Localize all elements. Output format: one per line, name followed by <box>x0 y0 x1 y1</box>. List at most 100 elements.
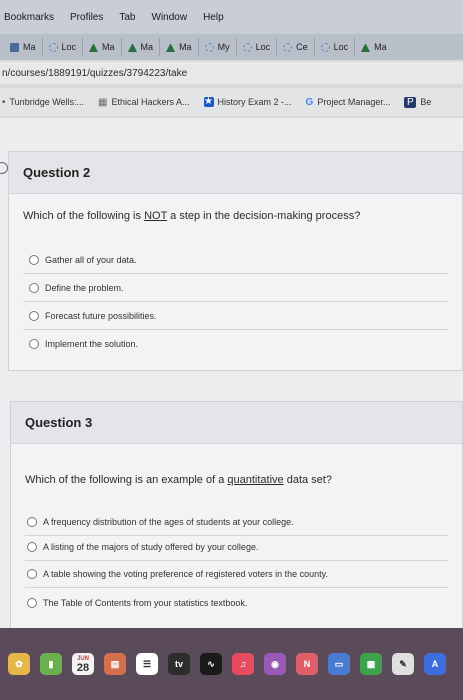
menu-help[interactable]: Help <box>203 12 224 23</box>
question-text-part: a step in the decision-making process? <box>167 210 361 222</box>
menu-bookmarks[interactable]: Bookmarks <box>4 12 54 23</box>
option-label: Define the problem. <box>45 283 124 293</box>
tab-ma-2[interactable]: Ma <box>89 38 122 56</box>
question-2-card: Question 2 Which of the following is NOT… <box>8 151 463 371</box>
tab-ce[interactable]: Ce <box>283 38 315 56</box>
calendar-icon[interactable]: JUN 28 <box>72 653 94 675</box>
p-icon: P <box>404 96 417 108</box>
tab-ma-3[interactable]: Ma <box>127 38 161 56</box>
tab-label: Loc <box>61 42 77 52</box>
divider <box>23 329 448 330</box>
bookmark-be[interactable]: P Be <box>404 96 432 108</box>
url-text: n/courses/1889191/quizzes/3794223/take <box>2 67 188 79</box>
divider <box>25 560 448 561</box>
question-3-title: Question 3 <box>11 402 462 444</box>
loading-icon <box>283 42 293 52</box>
option-label: A table showing the voting preference of… <box>43 569 329 579</box>
tab-label: Ce <box>296 42 308 52</box>
question-text-part: Which of the following is an example of … <box>25 474 228 486</box>
tab-label: Loc <box>333 42 349 52</box>
radio-button[interactable] <box>27 517 37 527</box>
divider <box>23 273 448 274</box>
tab-my[interactable]: My <box>204 38 237 56</box>
question-2-option-1[interactable]: Gather all of your data. <box>29 255 429 265</box>
radio-button[interactable] <box>29 255 39 265</box>
question-text-underlined: NOT <box>144 210 168 222</box>
radio-button[interactable] <box>29 339 39 349</box>
tab-ma-1[interactable]: Ma <box>10 38 43 56</box>
bullet-icon: • <box>2 96 6 108</box>
facetime-icon[interactable]: ▮ <box>40 653 62 675</box>
question-3-option-1[interactable]: A frequency distribution of the ages of … <box>27 517 427 527</box>
bookmark-label: Project Manager... <box>317 97 391 107</box>
question-2-title: Question 2 <box>9 152 462 194</box>
news-icon[interactable]: N <box>296 653 318 675</box>
question-text-part: Which of the following is <box>23 210 145 222</box>
keynote-icon[interactable]: ▭ <box>328 653 350 675</box>
option-label: Gather all of your data. <box>45 255 137 265</box>
menu-window[interactable]: Window <box>152 12 188 23</box>
loading-icon <box>48 42 58 52</box>
question-2-option-3[interactable]: Forecast future possibilities. <box>29 311 429 321</box>
bookmarks-bar: • Tunbridge Wells:... ▦ Ethical Hackers A.… <box>0 88 463 116</box>
question-2-option-4[interactable]: Implement the solution. <box>29 339 429 349</box>
calendar-day: 28 <box>76 662 90 674</box>
tab-ma-4[interactable]: Ma <box>166 38 199 56</box>
option-label: A frequency distribution of the ages of … <box>43 517 294 527</box>
bookmark-label: Be <box>420 97 432 107</box>
question-2-option-2[interactable]: Define the problem. <box>29 283 429 293</box>
tab-label: Ma <box>140 42 154 52</box>
tab-label: Ma <box>23 42 36 52</box>
image-icon <box>10 42 19 52</box>
bookmark-history-exam[interactable]: ★ History Exam 2 -... <box>203 97 292 107</box>
voice-memos-icon[interactable]: ∿ <box>200 653 222 675</box>
question-3-text: Which of the following is an example of … <box>11 474 332 486</box>
divider <box>25 535 448 536</box>
app-store-icon[interactable]: A <box>424 653 446 675</box>
tab-loc-1[interactable]: Loc <box>48 38 84 56</box>
divider <box>25 587 448 588</box>
tab-label: Ma <box>374 42 387 52</box>
podcasts-icon[interactable]: ◉ <box>264 653 286 675</box>
menu-profiles[interactable]: Profiles <box>70 12 103 23</box>
option-label: Forecast future possibilities. <box>45 311 157 321</box>
bookmark-project-manager[interactable]: G Project Manager... <box>306 97 391 108</box>
loading-icon <box>204 42 214 52</box>
music-icon[interactable]: ♫ <box>232 653 254 675</box>
photos-icon[interactable]: ✿ <box>8 653 30 675</box>
bookmark-tunbridge[interactable]: • Tunbridge Wells:... <box>2 97 84 108</box>
option-label: The Table of Contents from your statisti… <box>43 598 248 608</box>
bookmark-ethical-hackers[interactable]: ▦ Ethical Hackers A... <box>98 97 189 108</box>
question-text-part: data set? <box>283 474 332 486</box>
question-3-option-2[interactable]: A listing of the majors of study offered… <box>27 542 427 552</box>
tab-ma-5[interactable]: Ma <box>361 38 393 56</box>
radio-button[interactable] <box>27 598 37 608</box>
address-bar[interactable]: n/courses/1889191/quizzes/3794223/take <box>0 62 463 84</box>
tab-loc-3[interactable]: Loc <box>320 38 356 56</box>
tab-label: Ma <box>179 42 192 52</box>
radio-button[interactable] <box>29 311 39 321</box>
drive-icon <box>166 43 176 52</box>
tv-icon[interactable]: tv <box>168 653 190 675</box>
bookmark-label: Ethical Hackers A... <box>111 97 190 107</box>
bookmark-label: Tunbridge Wells:... <box>9 97 85 107</box>
notes-icon[interactable]: ▤ <box>104 653 126 675</box>
radio-button[interactable] <box>27 542 37 552</box>
tv-label: tv <box>174 659 183 669</box>
bookmark-label: History Exam 2 -... <box>217 97 292 107</box>
collapse-icon[interactable] <box>0 162 8 174</box>
reminders-icon[interactable]: ☰ <box>136 653 158 675</box>
question-3-option-4[interactable]: The Table of Contents from your statisti… <box>27 598 427 608</box>
tab-label: Ma <box>102 42 115 52</box>
question-3-option-3[interactable]: A table showing the voting preference of… <box>27 569 427 579</box>
option-label: A listing of the majors of study offered… <box>43 542 259 552</box>
numbers-icon[interactable]: ▦ <box>360 653 382 675</box>
tab-loc-2[interactable]: Loc <box>242 38 278 56</box>
tab-label: My <box>217 42 230 52</box>
tab-label: Loc <box>255 42 271 52</box>
menu-tab[interactable]: Tab <box>119 12 135 23</box>
pages-icon[interactable]: ✎ <box>392 653 414 675</box>
tab-strip: Ma Loc Ma Ma Ma My Loc Ce Loc Ma <box>0 34 463 60</box>
radio-button[interactable] <box>27 569 37 579</box>
radio-button[interactable] <box>29 283 39 293</box>
